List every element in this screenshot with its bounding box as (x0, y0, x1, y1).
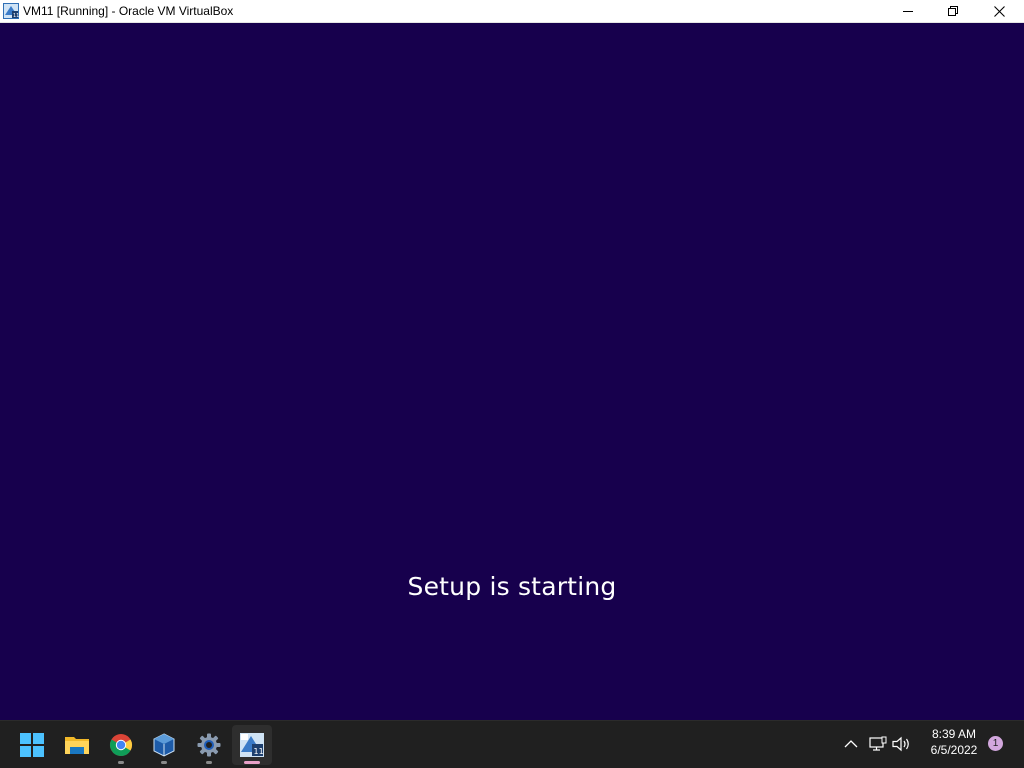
volume-control[interactable] (891, 733, 913, 755)
chevron-up-icon (844, 740, 858, 748)
notification-badge[interactable]: 1 (988, 736, 1003, 751)
minimize-icon (902, 11, 913, 12)
start-button[interactable] (12, 725, 52, 765)
restore-icon (947, 6, 958, 16)
restore-button[interactable] (930, 0, 976, 23)
taskbar-chrome[interactable] (101, 725, 141, 765)
windows-start-icon (20, 733, 44, 757)
virtualbox-window: 11 VM11 [Running] - Oracle VM VirtualBox… (0, 0, 1024, 720)
svg-text:11: 11 (254, 747, 264, 756)
setup-status-text: Setup is starting (407, 572, 617, 601)
virtualbox-vm-icon: 11 (3, 3, 19, 19)
taskbar-vm11[interactable]: 11 (232, 725, 272, 765)
guest-display[interactable] (0, 23, 1024, 720)
active-indicator (244, 761, 260, 764)
close-button[interactable] (976, 0, 1022, 23)
clock-time: 8:39 AM (931, 727, 977, 741)
network-icon (869, 736, 887, 751)
clock-date: 6/5/2022 (930, 743, 978, 757)
volume-icon (892, 736, 909, 752)
virtualbox-icon (153, 733, 175, 757)
folder-icon (65, 737, 89, 754)
taskbar-file-explorer[interactable] (57, 725, 97, 765)
svg-text:11: 11 (13, 13, 19, 19)
running-indicator (118, 761, 124, 764)
running-indicator (161, 761, 167, 764)
network-status[interactable] (867, 733, 889, 755)
taskbar: 11 (0, 720, 1024, 768)
taskbar-virtualbox-manager[interactable] (144, 725, 184, 765)
minimize-button[interactable] (885, 0, 931, 23)
virtualbox-vm-icon: 11 (240, 733, 264, 757)
taskbar-settings[interactable] (189, 725, 229, 765)
chrome-icon (110, 734, 132, 756)
gear-icon (197, 733, 221, 757)
running-indicator (206, 761, 212, 764)
taskbar-clock[interactable]: 8:39 AM 6/5/2022 (918, 726, 990, 758)
title-bar[interactable]: 11 VM11 [Running] - Oracle VM VirtualBox (0, 0, 1024, 23)
window-title: VM11 [Running] - Oracle VM VirtualBox (23, 4, 234, 18)
close-icon (993, 6, 1005, 17)
show-hidden-icons-button[interactable] (840, 733, 862, 755)
